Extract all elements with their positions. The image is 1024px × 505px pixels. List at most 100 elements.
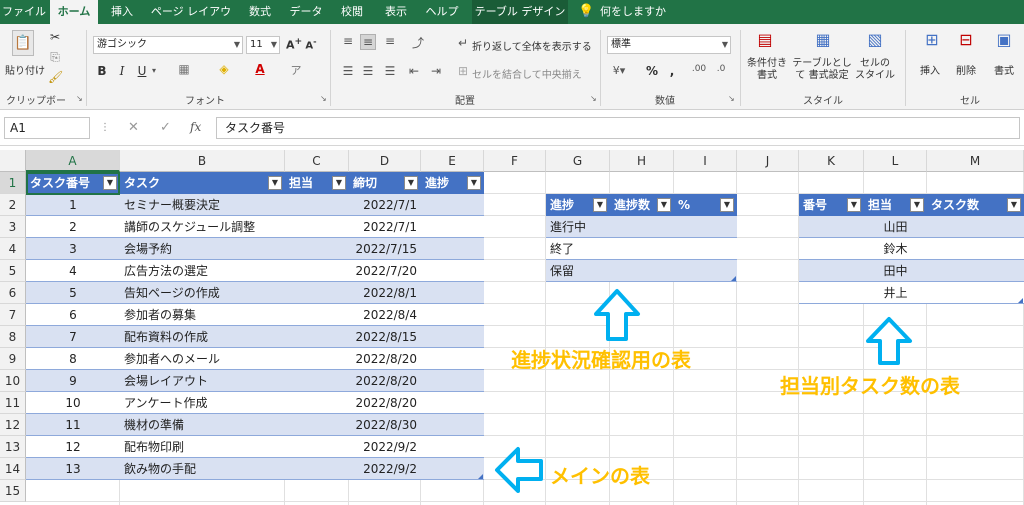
- row-header-14[interactable]: 14: [0, 458, 26, 480]
- format-cells-button[interactable]: 書式: [994, 62, 1014, 77]
- table-cell[interactable]: [285, 436, 349, 458]
- table-cell[interactable]: 2022/8/15: [349, 326, 421, 348]
- table-cell[interactable]: [610, 260, 674, 282]
- table-resize-handle[interactable]: [478, 474, 483, 479]
- number-format-select[interactable]: 標準 ▼: [607, 36, 731, 54]
- table-cell[interactable]: 2022/8/20: [349, 392, 421, 414]
- table-cell[interactable]: [799, 282, 864, 304]
- table-cell[interactable]: [421, 194, 484, 216]
- table-cell[interactable]: [285, 216, 349, 238]
- format-as-table-button[interactable]: テーブルとして 書式設定: [792, 58, 852, 82]
- table-cell[interactable]: 鈴木: [864, 238, 927, 260]
- table-header-cell[interactable]: 担当 ▼: [864, 194, 927, 216]
- table-cell[interactable]: 7: [26, 326, 120, 348]
- confirm-edit-button[interactable]: ✓: [160, 120, 171, 135]
- table-cell[interactable]: 11: [26, 414, 120, 436]
- column-header-b[interactable]: B: [120, 150, 285, 172]
- table-cell[interactable]: 2022/9/2: [349, 436, 421, 458]
- row-header-11[interactable]: 11: [0, 392, 26, 414]
- table-cell[interactable]: [927, 260, 1024, 282]
- paste-icon[interactable]: 📋: [12, 30, 34, 56]
- table-cell[interactable]: セミナー概要決定: [120, 194, 285, 216]
- table-cell[interactable]: 4: [26, 260, 120, 282]
- name-box[interactable]: A1: [4, 117, 90, 139]
- decrease-indent-icon[interactable]: ⇤: [406, 64, 422, 78]
- table-cell[interactable]: [421, 414, 484, 436]
- insert-function-button[interactable]: fx: [190, 120, 201, 134]
- column-header-d[interactable]: D: [349, 150, 421, 172]
- row-header-6[interactable]: 6: [0, 282, 26, 304]
- conditional-formatting-button[interactable]: 条件付き 書式: [745, 58, 789, 82]
- delete-cells-icon[interactable]: ⊟: [954, 30, 978, 49]
- cut-icon[interactable]: ✂: [48, 30, 62, 44]
- align-right-icon[interactable]: ☰: [382, 64, 398, 78]
- table-cell[interactable]: [285, 414, 349, 436]
- table-cell[interactable]: 2022/8/20: [349, 348, 421, 370]
- borders-icon[interactable]: ▦: [176, 62, 192, 76]
- table-cell[interactable]: 田中: [864, 260, 927, 282]
- table-cell[interactable]: 6: [26, 304, 120, 326]
- conditional-formatting-icon[interactable]: ▤: [752, 30, 778, 54]
- table-cell[interactable]: 参加者へのメール: [120, 348, 285, 370]
- table-header-cell[interactable]: 番号 ▼: [799, 194, 864, 216]
- table-cell[interactable]: [421, 304, 484, 326]
- column-header-j[interactable]: J: [737, 150, 799, 172]
- table-cell[interactable]: 5: [26, 282, 120, 304]
- clipboard-launcher-icon[interactable]: ↘: [76, 94, 83, 103]
- merge-center-button[interactable]: セルを結合して中央揃え: [472, 66, 582, 81]
- number-launcher-icon[interactable]: ↘: [728, 94, 735, 103]
- table-header-cell[interactable]: タスク数 ▼: [927, 194, 1024, 216]
- table-cell[interactable]: [421, 282, 484, 304]
- table-cell[interactable]: [674, 238, 737, 260]
- currency-icon[interactable]: ¥▾: [610, 64, 628, 77]
- table-cell[interactable]: 1: [26, 194, 120, 216]
- tab-table-design[interactable]: テーブル デザイン: [472, 0, 568, 24]
- table-cell[interactable]: 広告方法の選定: [120, 260, 285, 282]
- table-header-cell[interactable]: タスク ▼: [120, 172, 285, 194]
- table-header-cell[interactable]: 進捗 ▼: [546, 194, 610, 216]
- fill-color-icon[interactable]: ◈: [216, 62, 232, 76]
- table-cell[interactable]: 配布物印刷: [120, 436, 285, 458]
- table-cell[interactable]: [285, 348, 349, 370]
- table-resize-handle[interactable]: [1018, 298, 1023, 303]
- wrap-text-icon[interactable]: ↵: [456, 36, 470, 50]
- cell-styles-button[interactable]: セルの スタイル: [854, 58, 896, 82]
- table-cell[interactable]: [799, 238, 864, 260]
- table-header-cell[interactable]: 進捗 ▼: [421, 172, 484, 194]
- tab-view[interactable]: 表示: [376, 0, 416, 24]
- filter-dropdown-icon[interactable]: ▼: [593, 198, 607, 212]
- table-cell[interactable]: 会場レイアウト: [120, 370, 285, 392]
- table-cell[interactable]: 告知ページの作成: [120, 282, 285, 304]
- tab-help[interactable]: ヘルプ: [420, 0, 464, 24]
- table-cell[interactable]: [799, 260, 864, 282]
- table-cell[interactable]: [421, 348, 484, 370]
- table-cell[interactable]: 2022/8/20: [349, 370, 421, 392]
- table-cell[interactable]: [421, 370, 484, 392]
- column-header-e[interactable]: E: [421, 150, 484, 172]
- table-cell[interactable]: [285, 370, 349, 392]
- tab-formulas[interactable]: 数式: [240, 0, 280, 24]
- row-header-9[interactable]: 9: [0, 348, 26, 370]
- tab-home[interactable]: ホーム: [50, 0, 98, 24]
- table-cell[interactable]: [927, 282, 1024, 304]
- tab-page-layout[interactable]: ページ レイアウト: [146, 0, 236, 42]
- table-cell[interactable]: [610, 216, 674, 238]
- insert-cells-icon[interactable]: ⊞: [920, 30, 944, 49]
- row-header-8[interactable]: 8: [0, 326, 26, 348]
- table-cell[interactable]: 2022/8/1: [349, 282, 421, 304]
- table-cell[interactable]: [799, 216, 864, 238]
- column-header-k[interactable]: K: [799, 150, 864, 172]
- decrease-font-icon[interactable]: A-: [304, 36, 318, 51]
- table-cell[interactable]: [421, 326, 484, 348]
- table-resize-handle[interactable]: [731, 276, 736, 281]
- table-cell[interactable]: 飲み物の手配: [120, 458, 285, 480]
- tab-file[interactable]: ファイル: [0, 0, 48, 24]
- row-header-12[interactable]: 12: [0, 414, 26, 436]
- merge-center-icon[interactable]: ⊞: [456, 64, 470, 78]
- filter-dropdown-icon[interactable]: ▼: [847, 198, 861, 212]
- table-cell[interactable]: [421, 458, 484, 480]
- table-header-cell[interactable]: 締切 ▼: [349, 172, 421, 194]
- font-color-icon[interactable]: A: [252, 62, 268, 76]
- table-cell[interactable]: [421, 260, 484, 282]
- align-middle-icon[interactable]: ≡: [360, 34, 376, 50]
